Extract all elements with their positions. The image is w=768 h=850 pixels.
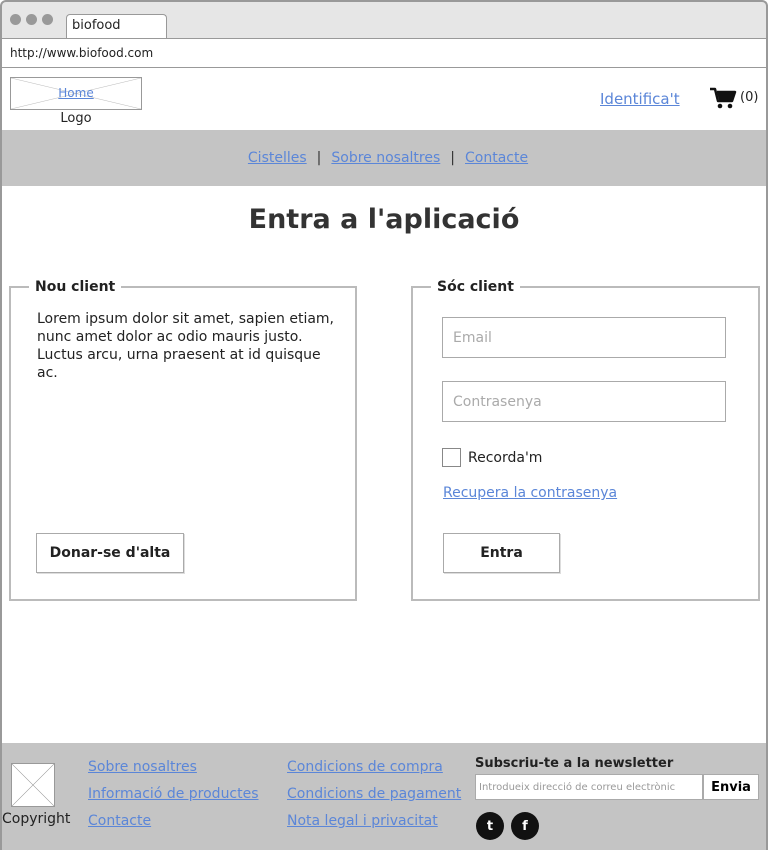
main-nav: Cistelles | Sobre nosaltres | Contacte [2,130,766,186]
footer-link-contacte[interactable]: Contacte [88,813,259,829]
window-dot-icon[interactable] [10,14,21,25]
existing-client-panel: Sóc client Recorda'm Recupera la contras… [411,279,760,601]
window-dot-icon[interactable] [26,14,37,25]
footer: Copyright Sobre nosaltres Informació de … [2,743,766,850]
login-link[interactable]: Identifica't [600,90,680,108]
nav-item-cistelles[interactable]: Cistelles [248,150,307,166]
new-client-panel: Nou client Lorem ipsum dolor sit amet, s… [9,279,357,601]
nav-separator: | [450,150,455,166]
footer-image-placeholder [11,763,55,807]
existing-client-legend: Sóc client [431,279,520,295]
new-client-text: Lorem ipsum dolor sit amet, sapien etiam… [37,311,335,381]
nav-separator: | [316,150,322,166]
remember-label: Recorda'm [468,449,543,466]
login-button[interactable]: Entra [443,533,560,573]
recover-password-link[interactable]: Recupera la contrasenya [443,485,617,501]
window-controls [10,14,53,25]
logo-placeholder[interactable]: Home [10,77,142,110]
logo-caption: Logo [60,111,92,126]
cart-count: (0) [740,90,759,105]
address-bar[interactable]: http://www.biofood.com [2,38,766,68]
new-client-legend: Nou client [29,279,122,295]
footer-link-nota-legal[interactable]: Nota legal i privacitat [287,813,461,829]
footer-link-condicions-compra[interactable]: Condicions de compra [287,759,461,775]
copyright-text: Copyright [2,811,71,827]
remember-me[interactable]: Recorda'm [442,448,542,467]
newsletter-title: Subscriu-te a la newsletter [475,756,674,771]
browser-tab[interactable]: biofood [66,14,167,38]
cart-icon[interactable] [709,86,737,110]
password-field[interactable] [442,381,726,422]
newsletter-email-input[interactable] [475,774,703,800]
nav-item-sobre-nosaltres[interactable]: Sobre nosaltres [331,150,440,166]
twitter-icon[interactable]: t [476,812,504,840]
page-title: Entra a l'aplicació [248,204,520,235]
email-field[interactable] [442,317,726,358]
footer-links-col1: Sobre nosaltres Informació de productes … [88,759,259,829]
facebook-icon[interactable]: f [511,812,539,840]
remember-checkbox[interactable] [442,448,461,467]
window-dot-icon[interactable] [42,14,53,25]
nav-item-contacte[interactable]: Contacte [465,150,528,166]
footer-link-informacio-productes[interactable]: Informació de productes [88,786,259,802]
signup-button[interactable]: Donar-se d'alta [36,533,184,573]
home-link[interactable]: Home [11,86,141,100]
newsletter-send-button[interactable]: Envia [703,774,759,800]
footer-link-condicions-pagament[interactable]: Condicions de pagament [287,786,461,802]
footer-links-col2: Condicions de compra Condicions de pagam… [287,759,461,829]
footer-link-sobre-nosaltres[interactable]: Sobre nosaltres [88,759,259,775]
browser-window: biofood http://www.biofood.com [0,0,768,68]
